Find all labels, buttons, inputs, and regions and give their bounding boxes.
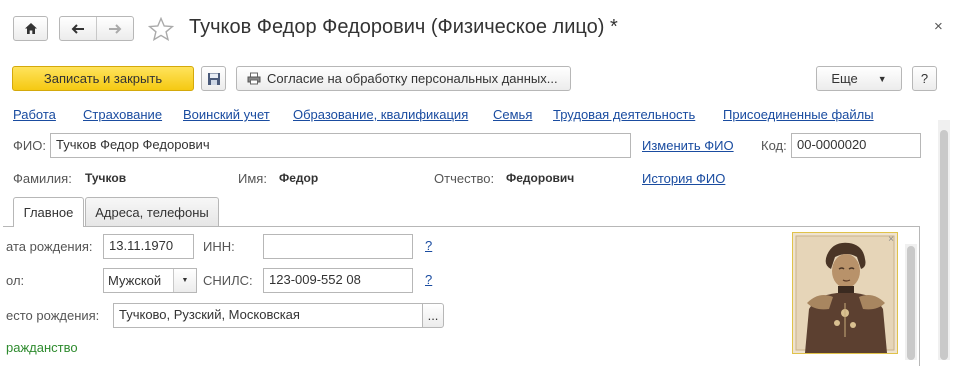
help-button[interactable]: ?	[912, 66, 937, 91]
code-label: Код:	[761, 138, 787, 153]
gender-value: Мужской	[108, 273, 162, 288]
citizenship-label[interactable]: ражданство	[6, 340, 78, 355]
star-icon[interactable]	[148, 17, 174, 41]
snils-input[interactable]: 123-009-552 08	[263, 268, 413, 293]
patronymic-label: Отчество:	[434, 171, 495, 186]
snils-label: СНИЛС:	[203, 273, 253, 288]
birthplace-select-button[interactable]: ...	[422, 303, 444, 328]
birthdate-label: ата рождения:	[6, 239, 93, 254]
fio-label: ФИО:	[13, 138, 46, 153]
link-strakhovanie[interactable]: Страхование	[83, 107, 162, 122]
link-semya[interactable]: Семья	[493, 107, 532, 122]
tab-main[interactable]: Главное	[13, 197, 84, 227]
birthplace-label: есто рождения:	[6, 308, 100, 323]
surname-value: Тучков	[85, 171, 127, 185]
back-button[interactable]	[60, 17, 97, 40]
save-and-close-button[interactable]: Записать и закрыть	[12, 66, 194, 91]
link-voinsky-uchet[interactable]: Воинский учет	[183, 107, 270, 122]
inn-label: ИНН:	[203, 239, 235, 254]
inn-input[interactable]	[263, 234, 413, 259]
surname-label: Фамилия:	[13, 171, 72, 186]
fio-input[interactable]: Тучков Федор Федорович	[50, 133, 631, 158]
person-photo[interactable]: ×	[792, 232, 898, 354]
home-icon	[24, 23, 37, 34]
arrow-right-icon	[108, 23, 122, 34]
link-prisoedinennye-faily[interactable]: Присоединенные файлы	[723, 107, 874, 122]
snils-help-link[interactable]: ?	[425, 272, 432, 287]
forward-button[interactable]	[97, 17, 134, 40]
arrow-left-icon	[71, 23, 84, 34]
name-label: Имя:	[238, 171, 267, 186]
vertical-scrollbar[interactable]	[938, 120, 950, 360]
window-title: Тучков Федор Федорович (Физическое лицо)…	[189, 16, 618, 38]
portrait-image	[793, 233, 897, 353]
name-value: Федор	[279, 171, 319, 185]
printer-icon	[247, 72, 261, 85]
panel-scrollbar[interactable]	[905, 244, 917, 360]
birthplace-input[interactable]: Тучково, Рузский, Московская	[113, 303, 423, 328]
tab-addresses-phones[interactable]: Адреса, телефоны	[85, 197, 219, 226]
dropdown-arrow-icon: ▼	[877, 73, 887, 84]
birthdate-input[interactable]: 13.11.1970	[103, 234, 194, 259]
close-icon[interactable]: ×	[934, 18, 943, 35]
save-button[interactable]	[201, 66, 226, 91]
gender-dropdown-button[interactable]: ▼	[173, 269, 196, 292]
more-menu-button[interactable]: Еще ▼	[816, 66, 902, 91]
gender-label: ол:	[6, 273, 25, 288]
back-forward-group	[59, 16, 134, 41]
patronymic-value: Федорович	[506, 171, 575, 185]
floppy-disk-icon	[207, 72, 220, 85]
consent-print-button[interactable]: Согласие на обработку персональных данны…	[236, 66, 571, 91]
more-label: Еще	[831, 71, 858, 86]
scrollbar-thumb[interactable]	[940, 130, 948, 360]
link-rabota[interactable]: Работа	[13, 107, 56, 122]
home-button[interactable]	[13, 16, 48, 41]
consent-print-label: Согласие на обработку персональных данны…	[267, 71, 558, 86]
inn-help-link[interactable]: ?	[425, 238, 432, 253]
photo-clear-icon[interactable]: ×	[888, 234, 894, 245]
change-fio-link[interactable]: Изменить ФИО	[642, 138, 734, 153]
fio-history-link[interactable]: История ФИО	[642, 171, 725, 186]
link-trudovaya[interactable]: Трудовая деятельность	[553, 107, 695, 122]
code-input[interactable]: 00-0000020	[791, 133, 921, 158]
link-obrazovanie[interactable]: Образование, квалификация	[293, 107, 468, 122]
panel-scrollbar-thumb[interactable]	[907, 246, 915, 360]
chevron-down-icon: ▼	[181, 277, 189, 284]
gender-select[interactable]: Мужской ▼	[103, 268, 197, 293]
